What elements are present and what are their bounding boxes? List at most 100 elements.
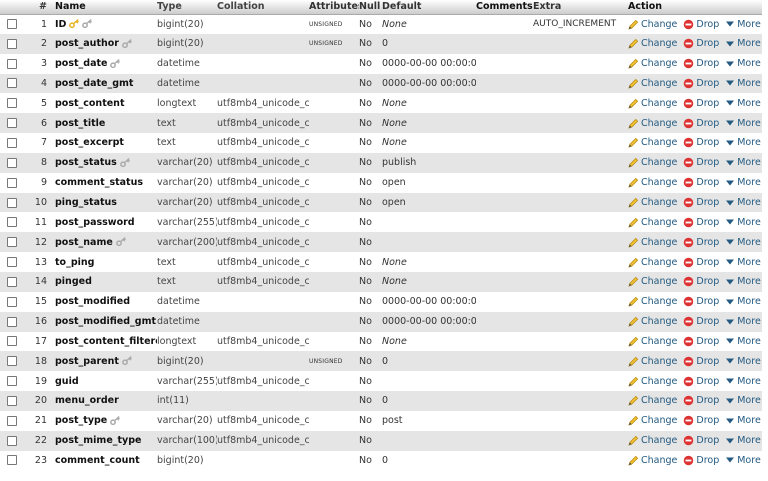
change-button[interactable]: Change (628, 197, 677, 208)
more-button[interactable]: More (725, 78, 761, 89)
header-null[interactable]: Null (359, 0, 382, 15)
drop-button[interactable]: Drop (683, 137, 719, 148)
more-button[interactable]: More (725, 257, 761, 268)
change-button[interactable]: Change (628, 296, 677, 307)
change-button[interactable]: Change (628, 356, 677, 367)
more-button[interactable]: More (725, 276, 761, 287)
drop-button[interactable]: Drop (683, 157, 719, 168)
row-checkbox[interactable] (7, 157, 17, 168)
change-button[interactable]: Change (628, 98, 677, 109)
more-button[interactable]: More (725, 376, 761, 387)
header-name[interactable]: Name (55, 0, 157, 15)
row-checkbox[interactable] (7, 356, 17, 367)
more-button[interactable]: More (725, 316, 761, 327)
row-checkbox[interactable] (7, 415, 17, 426)
drop-button[interactable]: Drop (683, 78, 719, 89)
drop-button[interactable]: Drop (683, 276, 719, 287)
drop-button[interactable]: Drop (683, 58, 719, 69)
drop-button[interactable]: Drop (683, 435, 719, 446)
more-button[interactable]: More (725, 356, 761, 367)
header-type[interactable]: Type (157, 0, 217, 15)
drop-button[interactable]: Drop (683, 415, 719, 426)
drop-button[interactable]: Drop (683, 118, 719, 129)
more-button[interactable]: More (725, 217, 761, 228)
change-button[interactable]: Change (628, 19, 677, 30)
drop-button[interactable]: Drop (683, 395, 719, 406)
row-checkbox[interactable] (7, 276, 17, 287)
change-button[interactable]: Change (628, 58, 677, 69)
more-button[interactable]: More (725, 58, 761, 69)
change-button[interactable]: Change (628, 38, 677, 49)
change-button[interactable]: Change (628, 118, 677, 129)
drop-button[interactable]: Drop (683, 177, 719, 188)
change-button[interactable]: Change (628, 435, 677, 446)
more-button[interactable]: More (725, 19, 761, 30)
row-checkbox[interactable] (7, 19, 17, 30)
drop-button[interactable]: Drop (683, 19, 719, 30)
more-button[interactable]: More (725, 177, 761, 188)
change-button[interactable]: Change (628, 415, 677, 426)
more-button[interactable]: More (725, 455, 761, 466)
drop-button[interactable]: Drop (683, 197, 719, 208)
row-checkbox[interactable] (7, 137, 17, 148)
row-checkbox[interactable] (7, 98, 17, 109)
more-button[interactable]: More (725, 197, 761, 208)
drop-button[interactable]: Drop (683, 98, 719, 109)
drop-button[interactable]: Drop (683, 376, 719, 387)
change-button[interactable]: Change (628, 395, 677, 406)
more-button[interactable]: More (725, 157, 761, 168)
change-button[interactable]: Change (628, 157, 677, 168)
row-checkbox[interactable] (7, 237, 17, 248)
row-checkbox[interactable] (7, 435, 17, 446)
drop-button[interactable]: Drop (683, 237, 719, 248)
more-button[interactable]: More (725, 395, 761, 406)
row-checkbox[interactable] (7, 177, 17, 188)
change-button[interactable]: Change (628, 177, 677, 188)
row-checkbox[interactable] (7, 197, 17, 208)
row-checkbox[interactable] (7, 58, 17, 69)
row-checkbox[interactable] (7, 38, 17, 49)
change-button[interactable]: Change (628, 137, 677, 148)
more-button[interactable]: More (725, 415, 761, 426)
row-checkbox[interactable] (7, 217, 17, 228)
row-checkbox[interactable] (7, 257, 17, 268)
row-checkbox[interactable] (7, 376, 17, 387)
change-button[interactable]: Change (628, 237, 677, 248)
more-button[interactable]: More (725, 118, 761, 129)
drop-button[interactable]: Drop (683, 356, 719, 367)
header-extra[interactable]: Extra (533, 0, 628, 15)
more-button[interactable]: More (725, 296, 761, 307)
header-collation[interactable]: Collation (217, 0, 309, 15)
more-button[interactable]: More (725, 137, 761, 148)
header-default[interactable]: Default (382, 0, 476, 15)
drop-button[interactable]: Drop (683, 336, 719, 347)
row-checkbox[interactable] (7, 395, 17, 406)
header-comments[interactable]: Comments (476, 0, 533, 15)
row-checkbox[interactable] (7, 336, 17, 347)
drop-button[interactable]: Drop (683, 316, 719, 327)
row-checkbox[interactable] (7, 296, 17, 307)
change-button[interactable]: Change (628, 78, 677, 89)
drop-button[interactable]: Drop (683, 38, 719, 49)
more-button[interactable]: More (725, 237, 761, 248)
change-button[interactable]: Change (628, 257, 677, 268)
drop-button[interactable]: Drop (683, 257, 719, 268)
row-checkbox[interactable] (7, 455, 17, 466)
change-button[interactable]: Change (628, 316, 677, 327)
change-button[interactable]: Change (628, 217, 677, 228)
change-button[interactable]: Change (628, 376, 677, 387)
drop-button[interactable]: Drop (683, 455, 719, 466)
more-button[interactable]: More (725, 435, 761, 446)
drop-button[interactable]: Drop (683, 217, 719, 228)
header-attributes[interactable]: Attributes (309, 0, 359, 15)
more-button[interactable]: More (725, 38, 761, 49)
more-button[interactable]: More (725, 336, 761, 347)
change-button[interactable]: Change (628, 336, 677, 347)
row-checkbox[interactable] (7, 118, 17, 129)
change-button[interactable]: Change (628, 455, 677, 466)
change-button[interactable]: Change (628, 276, 677, 287)
more-button[interactable]: More (725, 98, 761, 109)
row-checkbox[interactable] (7, 316, 17, 327)
row-checkbox[interactable] (7, 78, 17, 89)
drop-button[interactable]: Drop (683, 296, 719, 307)
